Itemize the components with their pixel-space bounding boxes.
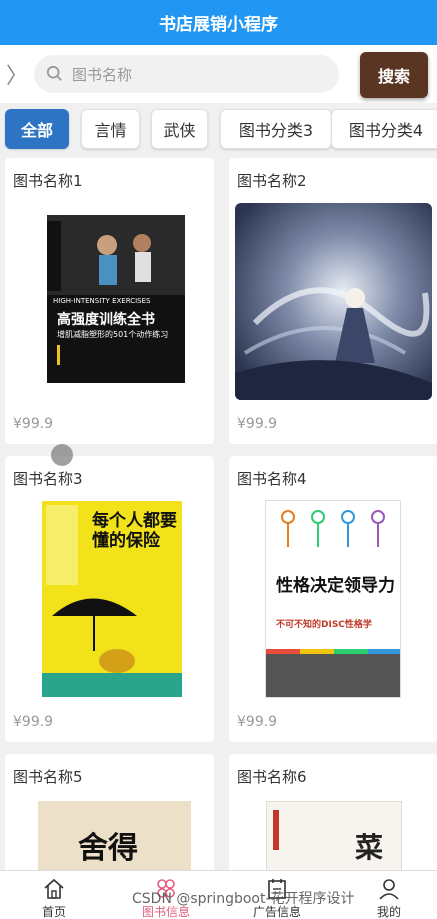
watermark: CSDN @springboot-花开程序设计	[132, 891, 355, 907]
book-price: ¥99.9	[237, 714, 278, 730]
tab-wuxia[interactable]: 武侠	[151, 109, 208, 149]
cover-title: 性格决定领导力	[276, 576, 395, 596]
cover-title: 高强度训练全书	[57, 312, 155, 328]
book-cover	[235, 203, 432, 400]
book-name: 图书名称5	[13, 768, 83, 786]
cover-subtitle: HIGH-INTENSITY EXERCISES	[53, 297, 151, 305]
search-input[interactable]: 图书名称	[34, 55, 339, 93]
book-name: 图书名称1	[13, 172, 83, 190]
tab-category-3[interactable]: 图书分类3	[220, 109, 332, 149]
cover-tagline: 增肌减脂塑形的501个动作练习	[57, 330, 169, 339]
book-card[interactable]: 图书名称3 每个人都要懂的保险 ¥99.9	[5, 456, 214, 742]
cover-title: 菜	[355, 831, 384, 864]
chevron-right-icon[interactable]: 〉	[0, 58, 34, 90]
tab-romance[interactable]: 言情	[81, 109, 140, 149]
book-price: ¥99.9	[13, 714, 54, 730]
book-cover: 性格决定领导力 不可不知的DISC性格学	[265, 500, 401, 698]
search-button[interactable]: 搜索	[360, 52, 428, 98]
book-name: 图书名称2	[237, 172, 307, 190]
search-placeholder: 图书名称	[72, 65, 133, 84]
app-title: 书店展销小程序	[159, 15, 278, 35]
book-price: ¥99.9	[237, 416, 278, 432]
nav-home[interactable]: 首页	[9, 871, 99, 919]
cover-tagline: 不可不知的DISC性格学	[276, 620, 372, 630]
user-icon	[379, 879, 399, 900]
book-cover: 舍得	[38, 801, 191, 871]
book-card[interactable]: 图书名称6 菜	[229, 754, 437, 884]
book-name: 图书名称6	[237, 768, 307, 786]
book-card[interactable]: 图书名称2 ¥99.9	[229, 158, 437, 444]
nav-mine[interactable]: 我的	[344, 871, 434, 919]
home-icon	[44, 878, 64, 899]
book-card[interactable]: 图书名称1 HIGH-INTENSITY EXERCISES 高强度训练全书 增…	[5, 158, 214, 444]
book-cover: 菜	[266, 801, 402, 871]
book-name: 图书名称3	[13, 470, 83, 488]
search-bar: 〉 图书名称 搜索	[0, 45, 437, 103]
book-card[interactable]: 图书名称4 性格决定领导力 不可不知的DISC性格学 ¥99.9	[229, 456, 437, 742]
touch-indicator	[51, 444, 73, 466]
book-price: ¥99.9	[13, 416, 54, 432]
book-name: 图书名称4	[237, 470, 307, 488]
search-icon	[46, 65, 62, 81]
category-tabs: 全部 言情 武侠 图书分类3 图书分类4	[0, 103, 437, 155]
cover-title: 舍得	[78, 831, 138, 866]
tab-all[interactable]: 全部	[5, 109, 69, 149]
nav-home-label: 首页	[41, 905, 66, 919]
book-cover: HIGH-INTENSITY EXERCISES 高强度训练全书 增肌减脂塑形的…	[47, 215, 185, 383]
nav-mine-label: 我的	[376, 905, 401, 919]
tab-category-4[interactable]: 图书分类4	[331, 109, 437, 149]
book-cover: 每个人都要懂的保险	[42, 501, 182, 697]
book-card[interactable]: 图书名称5 舍得	[5, 754, 214, 884]
app-header: 书店展销小程序	[0, 0, 437, 45]
